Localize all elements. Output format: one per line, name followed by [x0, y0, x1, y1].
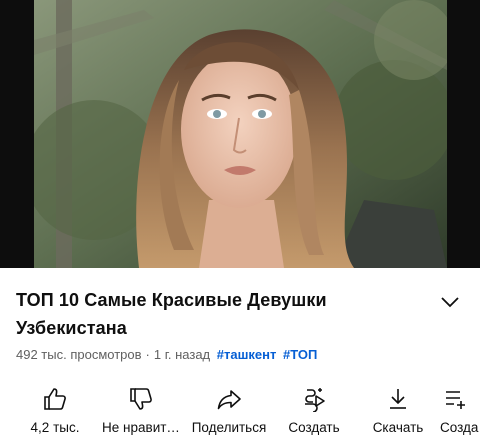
hashtag-link[interactable]: #ташкент: [217, 347, 277, 362]
download-button[interactable]: Скачать: [366, 380, 430, 445]
create-label: Создать: [288, 420, 340, 435]
video-title-block[interactable]: ТОП 10 Самые Красивые Девушки Узбекистан…: [16, 286, 436, 342]
like-count: 4,2 тыс.: [30, 420, 80, 435]
create-button[interactable]: Создать: [282, 380, 346, 445]
save-icon: [440, 384, 470, 414]
thumbs-up-icon: [40, 384, 70, 414]
download-icon: [383, 384, 413, 414]
hashtag-link[interactable]: #ТОП: [283, 347, 317, 362]
video-title[interactable]: ТОП 10 Самые Красивые Девушки Узбекистан…: [16, 286, 436, 342]
dislike-button[interactable]: Не нравит…: [98, 380, 184, 445]
save-label: Созда: [440, 420, 479, 435]
share-arrow-icon: [214, 384, 244, 414]
expand-description-button[interactable]: [436, 294, 464, 314]
share-button[interactable]: Поделиться: [186, 380, 272, 445]
video-meta[interactable]: 492 тыс. просмотров · 1 г. назад #ташкент …: [16, 346, 317, 364]
thumbs-down-icon: [126, 384, 156, 414]
dislike-label: Не нравит…: [102, 420, 180, 435]
download-label: Скачать: [372, 420, 424, 435]
meta-separator: ·: [145, 347, 150, 362]
chevron-down-icon: [441, 295, 459, 313]
upload-age: 1 г. назад: [153, 347, 211, 362]
video-player[interactable]: [0, 0, 480, 268]
share-label: Поделиться: [191, 420, 267, 435]
like-button[interactable]: 4,2 тыс.: [27, 380, 83, 445]
video-thumbnail[interactable]: [34, 0, 447, 268]
save-button[interactable]: Созда: [440, 380, 480, 445]
action-bar: 4,2 тыс. Не нравит… Поделиться Создать С…: [0, 380, 480, 445]
remix-icon: [299, 384, 329, 414]
video-watch-page: ТОП 10 Самые Красивые Девушки Узбекистан…: [0, 0, 480, 445]
view-count: 492 тыс. просмотров: [16, 347, 142, 362]
